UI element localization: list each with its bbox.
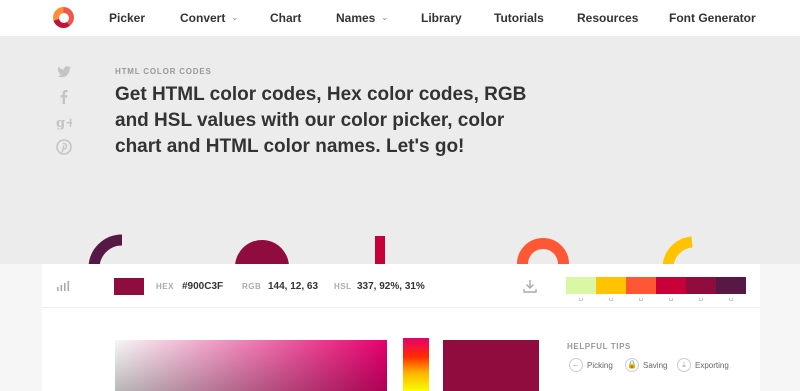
nav-item-convert[interactable]: Convert ⌄ (180, 11, 238, 25)
nav-item-library[interactable]: Library (421, 11, 462, 25)
facebook-icon[interactable] (56, 89, 72, 105)
rgb-value[interactable]: 144, 12, 63 (268, 281, 318, 292)
hex-value[interactable]: #900C3F (182, 281, 223, 292)
decorative-arc-shape (88, 234, 123, 266)
nav-label: Picker (109, 11, 146, 25)
hue-slider[interactable] (403, 338, 429, 391)
palette-swatch[interactable] (566, 277, 596, 294)
palette-swatch[interactable] (656, 277, 686, 294)
nav-item-picker[interactable]: Picker (109, 11, 145, 25)
logo-icon[interactable] (53, 7, 74, 28)
nav-label: Resources (577, 11, 639, 25)
nav-label: Font Generator (669, 11, 756, 25)
chevron-down-icon: ⌄ (231, 13, 239, 22)
page-headline: Get HTML color codes, Hex color codes, R… (115, 84, 527, 157)
decorative-bar-shape (375, 236, 385, 266)
palette-marker (579, 298, 583, 301)
tip-exporting[interactable]: Exporting (695, 361, 729, 370)
palette-marker (639, 298, 643, 301)
rgb-label: RGB (242, 282, 262, 291)
palette-swatch[interactable] (686, 277, 716, 294)
nav-label: Tutorials (494, 11, 544, 25)
nav-item-resources[interactable]: Resources (577, 11, 638, 25)
hsl-label: HSL (334, 282, 352, 291)
saturation-area[interactable] (115, 340, 387, 391)
arrow-left-icon: ← (569, 358, 583, 372)
selected-color-swatch[interactable] (114, 278, 144, 295)
nav-item-names[interactable]: Names ⌄ (336, 11, 388, 25)
download-icon[interactable] (523, 279, 537, 293)
palette-marker (669, 298, 673, 301)
svg-text:g+: g+ (56, 116, 72, 130)
chevron-down-icon: ⌄ (381, 13, 389, 22)
bar-chart-icon[interactable] (56, 281, 72, 291)
palette-swatch[interactable] (626, 277, 656, 294)
page-kicker: HTML COLOR CODES (115, 67, 212, 76)
twitter-icon[interactable] (56, 64, 72, 80)
palette-swatch[interactable] (596, 277, 626, 294)
color-preview (443, 340, 539, 391)
hsl-value[interactable]: 337, 92%, 31% (357, 281, 425, 292)
pinterest-icon[interactable] (56, 139, 72, 155)
lock-icon: 🔒 (625, 358, 639, 372)
nav-label: Chart (270, 11, 302, 25)
nav-label: Library (421, 11, 462, 25)
nav-item-font-generator[interactable]: Font Generator (669, 11, 756, 25)
nav-item-tutorials[interactable]: Tutorials (494, 11, 544, 25)
color-toolbar: HEX #900C3F RGB 144, 12, 63 HSL 337, 92%… (42, 264, 760, 308)
tip-picking[interactable]: Picking (587, 361, 613, 370)
palette-marker (609, 298, 613, 301)
palette-swatch[interactable] (716, 277, 746, 294)
google-plus-icon[interactable]: g+ (56, 114, 72, 130)
color-picker-panel: HEX #900C3F RGB 144, 12, 63 HSL 337, 92%… (42, 264, 760, 391)
nav-label: Convert (180, 11, 226, 25)
nav-label: Names (336, 11, 376, 25)
palette-marker (729, 298, 733, 301)
top-nav: Picker Convert ⌄ Chart Names ⌄ Library Tut… (0, 0, 800, 36)
tip-saving[interactable]: Saving (643, 361, 667, 370)
palette-marker (699, 298, 703, 301)
tips-title: HELPFUL TIPS (567, 342, 631, 351)
hex-label: HEX (156, 282, 174, 291)
download-icon: ⤓ (677, 358, 691, 372)
nav-item-chart[interactable]: Chart (270, 11, 301, 25)
